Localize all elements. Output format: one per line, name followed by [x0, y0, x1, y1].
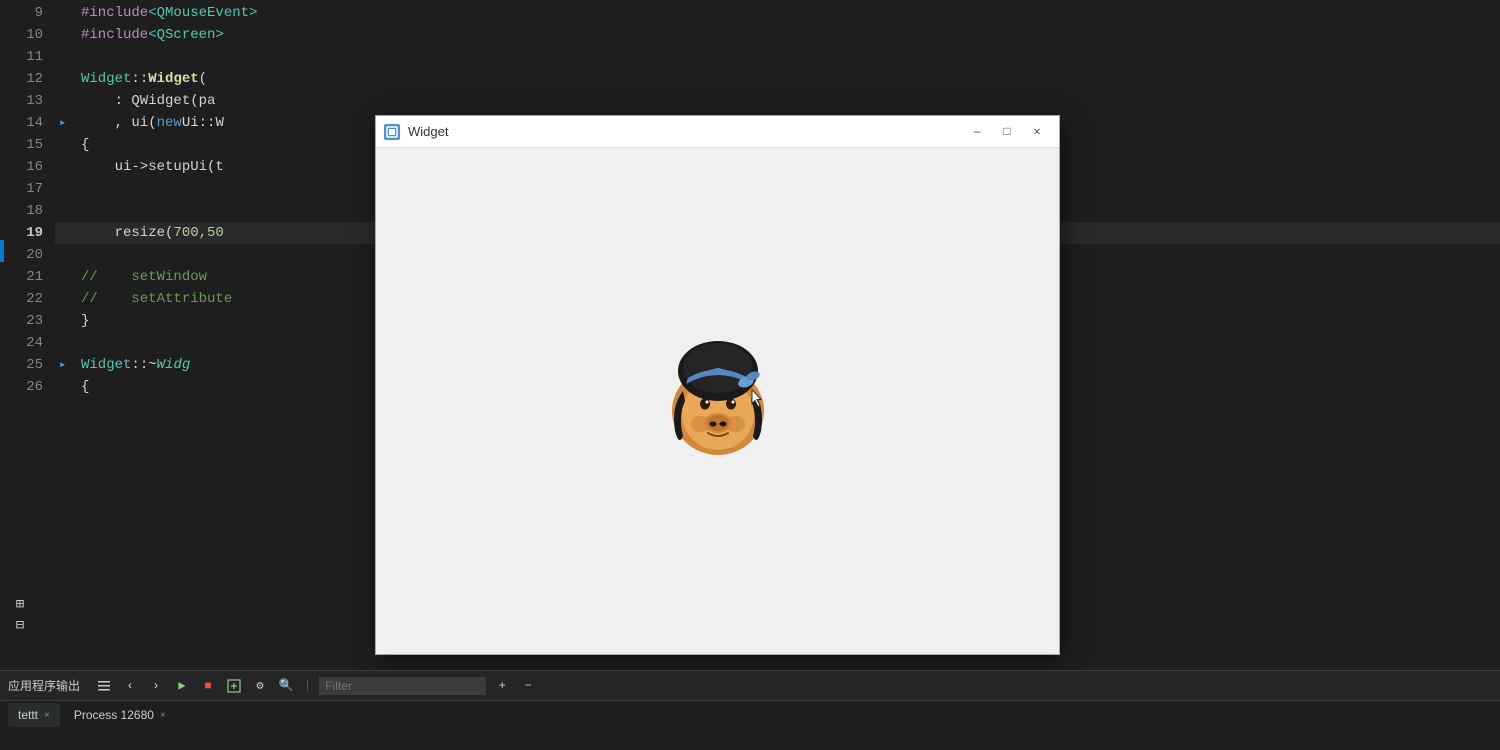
tab-tettt-close[interactable]: ×: [44, 710, 50, 721]
window-controls: — □ ✕: [963, 122, 1051, 142]
include-keyword-9: #include: [81, 2, 148, 24]
include-file-9: <QMouseEvent>: [148, 2, 257, 24]
collapse-button[interactable]: ⊟: [16, 617, 24, 634]
qt-mascot: [653, 336, 783, 466]
line-num-15: 15: [13, 134, 43, 156]
line-num-10: 10: [13, 24, 43, 46]
menu-button[interactable]: [94, 676, 114, 696]
punct-12: ::: [131, 68, 148, 90]
text-14a: , ui(: [81, 112, 157, 134]
text-26: {: [81, 376, 89, 398]
punct-25: ::~: [131, 354, 156, 376]
bottom-panel: 应用程序输出 ‹ › ▶ ■ ⚙ 🔍 | + − tettt: [0, 670, 1500, 750]
widget-titlebar: Widget — □ ✕: [376, 116, 1059, 148]
bottom-toolbar: 应用程序输出 ‹ › ▶ ■ ⚙ 🔍 | + −: [0, 671, 1500, 701]
include-keyword-10: #include: [81, 24, 148, 46]
filter-input[interactable]: [319, 677, 486, 695]
expand-button[interactable]: ⊞: [16, 596, 24, 613]
font-decrease-button[interactable]: −: [518, 676, 538, 696]
code-line-9: #include<QMouseEvent>: [55, 2, 1500, 24]
code-line-11: [55, 46, 1500, 68]
tab-process-12680[interactable]: Process 12680 ×: [64, 703, 176, 727]
line-num-12: 12: [13, 68, 43, 90]
settings-button[interactable]: ⚙: [250, 676, 270, 696]
class-name-12: Widget: [81, 68, 131, 90]
close-button[interactable]: ✕: [1023, 122, 1051, 142]
line-num-9: 9: [13, 2, 43, 24]
comment-22: // setAttribute: [81, 288, 232, 310]
widget-window[interactable]: Widget — □ ✕: [375, 115, 1060, 655]
text-23: }: [81, 310, 89, 332]
tab-tettt-label: tettt: [18, 708, 38, 722]
prev-button[interactable]: ‹: [120, 676, 140, 696]
side-indicator: [0, 240, 4, 262]
line-num-25: 25: [13, 354, 43, 376]
new-keyword-14: new: [157, 112, 182, 134]
line-num-17: 17: [13, 178, 43, 200]
destructor-25: Widg: [157, 354, 191, 376]
tab-tettt[interactable]: tettt ×: [8, 703, 60, 727]
line-num-23: 23: [13, 310, 43, 332]
line-num-20: 20: [13, 244, 43, 266]
font-increase-button[interactable]: +: [492, 676, 512, 696]
separator: |: [304, 679, 311, 693]
line-num-18: 18: [13, 200, 43, 222]
arrow-25: ▸: [59, 354, 79, 376]
line-numbers: 9 10 11 12 13 14 15 16 17 18 19 20 21 22…: [0, 0, 55, 670]
number-19: 700,50: [173, 222, 223, 244]
add-config-button[interactable]: [224, 676, 244, 696]
tab-process-label: Process 12680: [74, 708, 154, 722]
text-16: ui->setupUi(t: [81, 156, 224, 178]
run-button[interactable]: ▶: [172, 676, 192, 696]
panel-title: 应用程序输出: [8, 677, 80, 694]
function-name-12: Widget: [148, 68, 198, 90]
class-name-25: Widget: [81, 354, 131, 376]
text-15: {: [81, 134, 89, 156]
text-14b: Ui::W: [182, 112, 224, 134]
text-12: (: [199, 68, 207, 90]
next-button[interactable]: ›: [146, 676, 166, 696]
widget-app-icon: [384, 124, 400, 140]
line-num-21: 21: [13, 266, 43, 288]
line-num-11: 11: [13, 46, 43, 68]
widget-title: Widget: [408, 124, 955, 139]
maximize-button[interactable]: □: [993, 122, 1021, 142]
line-num-26: 26: [13, 376, 43, 398]
tab-process-close[interactable]: ×: [160, 710, 166, 721]
comment-21: // setWindow: [81, 266, 207, 288]
code-line-13: : QWidget(pa: [55, 90, 1500, 112]
widget-body: [376, 148, 1059, 654]
search-button[interactable]: 🔍: [276, 676, 296, 696]
line-num-13: 13: [13, 90, 43, 112]
line-num-19: 19: [13, 222, 43, 244]
text-19a: resize(: [81, 222, 173, 244]
text-13: : QWidget(pa: [81, 90, 215, 112]
line-num-24: 24: [13, 332, 43, 354]
line-num-14: 14: [13, 112, 43, 134]
include-file-10: <QScreen>: [148, 24, 224, 46]
arrow-14: ▸: [59, 112, 79, 134]
line-num-22: 22: [13, 288, 43, 310]
bottom-tabs: tettt × Process 12680 ×: [0, 701, 1500, 729]
minimize-button[interactable]: —: [963, 122, 991, 142]
code-line-10: #include<QScreen>: [55, 24, 1500, 46]
code-line-12: Widget::Widget(: [55, 68, 1500, 90]
stop-button[interactable]: ■: [198, 676, 218, 696]
line-num-16: 16: [13, 156, 43, 178]
